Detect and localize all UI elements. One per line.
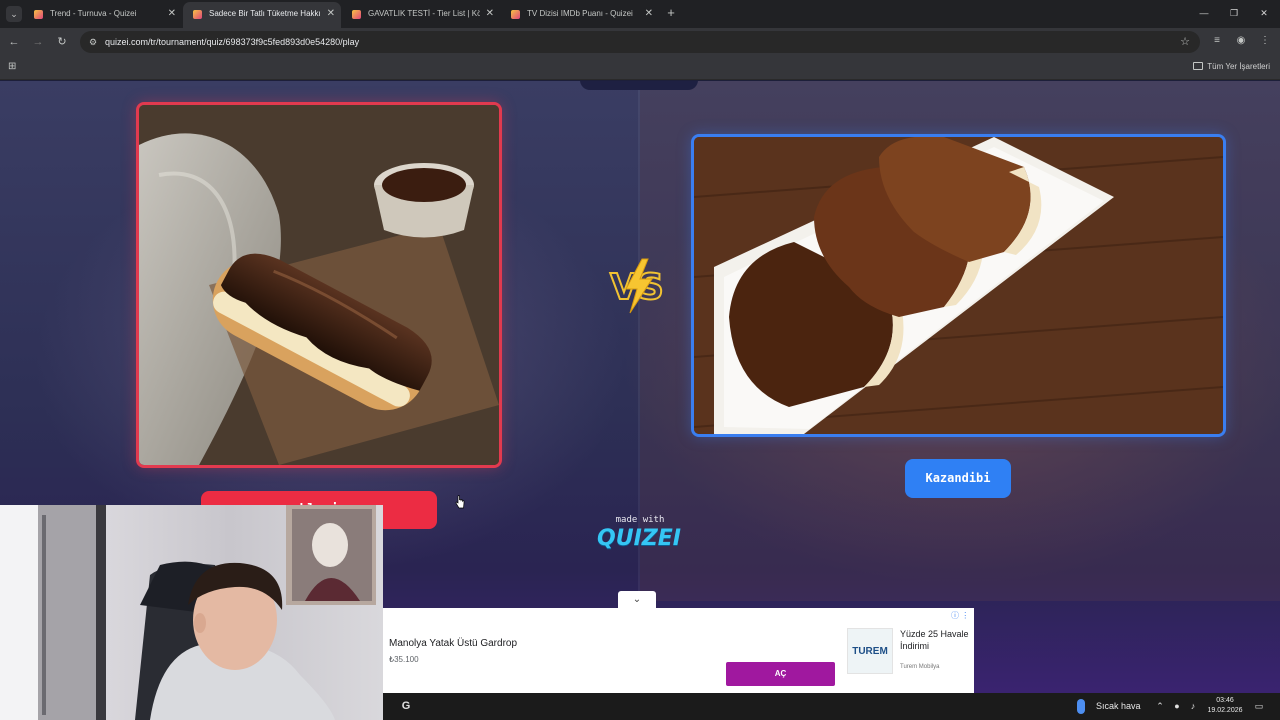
new-tab-button[interactable]: + [664, 5, 678, 21]
taskbar: G Sıcak hava ⌃ ● ♪ 03:46 19.02.2026 ▭ [383, 693, 1280, 720]
left-option-image[interactable] [136, 102, 502, 468]
ad-banner[interactable]: ⓘ ⋮ Manolya Yatak Üstü Gardrop ₺35.100 A… [383, 608, 974, 693]
tab-search-button[interactable]: ⌄ [6, 6, 22, 22]
chevron-up-icon[interactable]: ⌃ [1154, 700, 1166, 712]
bookmarks-bar: ⊞ Tüm Yer İşaretleri [0, 56, 1280, 80]
media-control-icon[interactable]: ≡ [1210, 34, 1224, 48]
eclair-image [139, 105, 499, 465]
close-icon[interactable]: ✕ [486, 2, 494, 26]
site-info-icon[interactable]: ⚙ [87, 36, 99, 48]
weather-text[interactable]: Sıcak hava [1096, 693, 1141, 720]
lightning-icon: VS [609, 258, 665, 314]
tab-label: GAVATLIK TESTİ - Tier List | Kör [368, 9, 480, 18]
forward-icon[interactable]: → [30, 34, 46, 50]
webcam-overlay [0, 505, 383, 720]
ad-info-icon[interactable]: ⓘ ⋮ [951, 610, 969, 621]
turem-logo[interactable]: TUREM [847, 628, 893, 674]
clock-time: 03:46 [1216, 697, 1234, 704]
tab-strip: ⌄ Trend - Turnuva - Quizei ✕ Sadece Bir … [0, 0, 1280, 28]
clock[interactable]: 03:46 19.02.2026 [1203, 696, 1247, 716]
ad-brand-text: Turem Mobilya [900, 664, 940, 670]
tab-gavatlik-testi[interactable]: GAVATLIK TESTİ - Tier List | Kör ✕ [342, 2, 500, 28]
right-option-button[interactable]: Kazandibi [905, 459, 1011, 498]
tab-label: Trend - Turnuva - Quizei [50, 9, 137, 18]
minimize-icon[interactable]: — [1197, 6, 1211, 20]
notification-icon[interactable]: ▭ [1253, 700, 1265, 712]
bookmark-star-icon[interactable]: ☆ [1180, 35, 1190, 48]
close-icon[interactable]: ✕ [327, 2, 335, 26]
quizei-favicon-icon [511, 10, 520, 19]
tab-label: TV Dizisi IMDb Puanı - Quizei [527, 9, 633, 18]
kazandibi-image [694, 137, 1223, 434]
address-toolbar: ← → ↻ ⚙ quizei.com/tr/tournament/quiz/69… [0, 28, 1280, 56]
folder-icon [1193, 62, 1204, 70]
close-icon[interactable]: ✕ [645, 2, 653, 26]
top-header-tab [580, 81, 698, 90]
quizei-favicon-icon [193, 10, 202, 19]
clock-date: 19.02.2026 [1207, 707, 1243, 714]
tab-trend-turnuva[interactable]: Trend - Turnuva - Quizei ✕ [24, 2, 182, 28]
tab-tv-dizisi[interactable]: TV Dizisi IMDb Puanı - Quizei ✕ [501, 2, 659, 28]
ad-open-button[interactable]: AÇ [726, 662, 835, 686]
tab-sadece-bir-tatli[interactable]: Sadece Bir Tatlı Tüketme Hakkı ✕ [183, 2, 341, 28]
microphone-icon[interactable]: ● [1171, 700, 1183, 712]
reload-icon[interactable]: ↻ [54, 34, 70, 50]
webcam-feed [0, 505, 376, 720]
hand-cursor-icon [455, 495, 465, 509]
close-window-icon[interactable]: ✕ [1257, 6, 1271, 20]
vs-emblem: VS [606, 253, 670, 317]
profile-icon[interactable]: ◉ [1234, 34, 1248, 48]
url-text[interactable]: quizei.com/tr/tournament/quiz/698373f9c5… [105, 31, 359, 53]
restore-icon[interactable]: ❐ [1227, 6, 1241, 20]
right-option-image[interactable] [691, 134, 1226, 437]
ad-price: ₺35.100 [389, 655, 419, 664]
all-bookmarks-button[interactable]: Tüm Yer İşaretleri [1193, 56, 1270, 78]
ad-title[interactable]: Manolya Yatak Üstü Gardrop [389, 638, 517, 649]
omnibox[interactable]: ⚙ quizei.com/tr/tournament/quiz/698373f9… [80, 31, 1200, 53]
apps-grid-icon[interactable]: ⊞ [8, 61, 20, 73]
quizei-logo[interactable]: QUIZEI [596, 526, 682, 551]
back-icon[interactable]: ← [6, 34, 22, 50]
ad-promo-text[interactable]: Yüzde 25 Havale İndirimi [900, 628, 970, 652]
quizei-favicon-icon [34, 10, 43, 19]
close-icon[interactable]: ✕ [168, 2, 176, 26]
menu-kebab-icon[interactable]: ⋮ [1258, 34, 1272, 48]
all-bookmarks-label: Tüm Yer İşaretleri [1207, 62, 1270, 71]
speaker-icon[interactable]: ♪ [1187, 700, 1199, 712]
taskbar-g-icon[interactable]: G [399, 699, 413, 713]
made-with-text: made with [615, 515, 665, 525]
tab-label: Sadece Bir Tatlı Tüketme Hakkı [209, 9, 321, 18]
thermometer-icon[interactable] [1077, 699, 1085, 714]
quizei-favicon-icon [352, 10, 361, 19]
ad-collapse-button[interactable]: ⌄ [618, 591, 656, 608]
